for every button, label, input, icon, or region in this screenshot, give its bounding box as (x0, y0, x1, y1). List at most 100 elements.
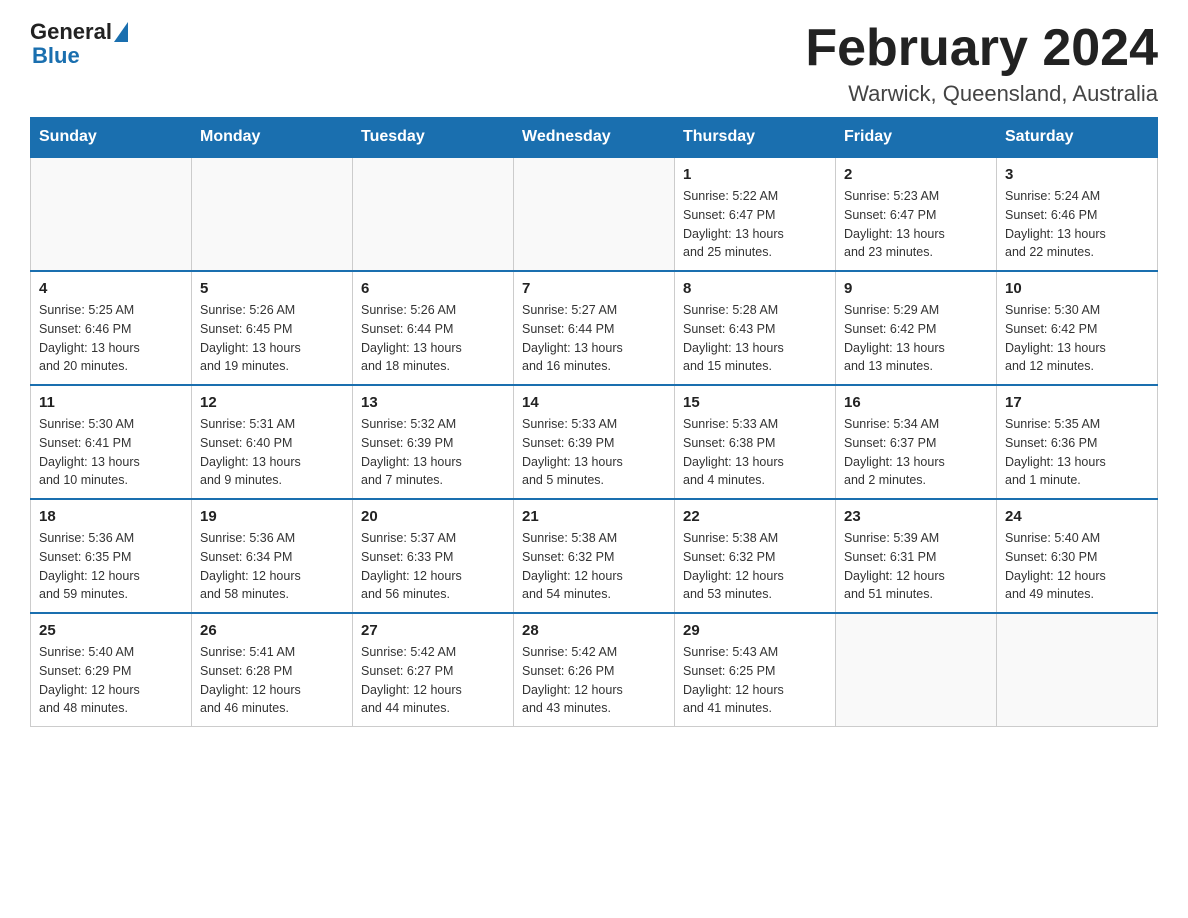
day-info: Sunrise: 5:26 AMSunset: 6:45 PMDaylight:… (200, 301, 344, 376)
calendar-week-row: 11 Sunrise: 5:30 AMSunset: 6:41 PMDayligh… (31, 385, 1158, 499)
calendar-title: February 2024 (805, 20, 1158, 77)
logo: General Blue (30, 20, 128, 68)
day-info: Sunrise: 5:32 AMSunset: 6:39 PMDaylight:… (361, 415, 505, 490)
logo-blue-text: Blue (32, 44, 80, 68)
day-info: Sunrise: 5:30 AMSunset: 6:41 PMDaylight:… (39, 415, 183, 490)
logo-block: General Blue (30, 20, 128, 68)
day-number: 27 (361, 622, 505, 639)
page-header: General Blue February 2024 Warwick, Quee… (30, 20, 1158, 107)
calendar-week-row: 25 Sunrise: 5:40 AMSunset: 6:29 PMDayligh… (31, 613, 1158, 727)
day-number: 4 (39, 280, 183, 297)
day-info: Sunrise: 5:42 AMSunset: 6:27 PMDaylight:… (361, 643, 505, 718)
day-number: 8 (683, 280, 827, 297)
header-sunday: Sunday (31, 118, 192, 158)
day-info: Sunrise: 5:42 AMSunset: 6:26 PMDaylight:… (522, 643, 666, 718)
header-thursday: Thursday (675, 118, 836, 158)
day-info: Sunrise: 5:40 AMSunset: 6:30 PMDaylight:… (1005, 529, 1149, 604)
day-number: 22 (683, 508, 827, 525)
day-number: 14 (522, 394, 666, 411)
table-row: 18 Sunrise: 5:36 AMSunset: 6:35 PMDayligh… (31, 499, 192, 613)
day-info: Sunrise: 5:31 AMSunset: 6:40 PMDaylight:… (200, 415, 344, 490)
day-number: 10 (1005, 280, 1149, 297)
table-row: 13 Sunrise: 5:32 AMSunset: 6:39 PMDayligh… (353, 385, 514, 499)
table-row: 19Sunrise: 5:36 AMSunset: 6:34 PMDayligh… (192, 499, 353, 613)
table-row: 21 Sunrise: 5:38 AMSunset: 6:32 PMDayligh… (514, 499, 675, 613)
day-info: Sunrise: 5:23 AMSunset: 6:47 PMDaylight:… (844, 187, 988, 262)
table-row: 14 Sunrise: 5:33 AMSunset: 6:39 PMDayligh… (514, 385, 675, 499)
table-row: 8Sunrise: 5:28 AMSunset: 6:43 PMDaylight… (675, 271, 836, 385)
day-number: 3 (1005, 166, 1149, 183)
day-number: 21 (522, 508, 666, 525)
header-saturday: Saturday (997, 118, 1158, 158)
day-number: 23 (844, 508, 988, 525)
day-number: 1 (683, 166, 827, 183)
table-row (353, 157, 514, 271)
table-row: 26Sunrise: 5:41 AMSunset: 6:28 PMDayligh… (192, 613, 353, 727)
table-row: 16 Sunrise: 5:34 AMSunset: 6:37 PMDayligh… (836, 385, 997, 499)
table-row: 7Sunrise: 5:27 AMSunset: 6:44 PMDaylight… (514, 271, 675, 385)
table-row: 4 Sunrise: 5:25 AMSunset: 6:46 PMDaylight… (31, 271, 192, 385)
day-info: Sunrise: 5:35 AMSunset: 6:36 PMDaylight:… (1005, 415, 1149, 490)
day-info: Sunrise: 5:33 AMSunset: 6:38 PMDaylight:… (683, 415, 827, 490)
table-row: 12 Sunrise: 5:31 AMSunset: 6:40 PMDayligh… (192, 385, 353, 499)
day-info: Sunrise: 5:25 AMSunset: 6:46 PMDaylight:… (39, 301, 183, 376)
table-row: 27 Sunrise: 5:42 AMSunset: 6:27 PMDayligh… (353, 613, 514, 727)
table-row: 2 Sunrise: 5:23 AMSunset: 6:47 PMDaylight… (836, 157, 997, 271)
header-wednesday: Wednesday (514, 118, 675, 158)
day-number: 17 (1005, 394, 1149, 411)
day-number: 26 (200, 622, 344, 639)
day-number: 16 (844, 394, 988, 411)
table-row (514, 157, 675, 271)
day-info: Sunrise: 5:38 AMSunset: 6:32 PMDaylight:… (522, 529, 666, 604)
table-row: 28 Sunrise: 5:42 AMSunset: 6:26 PMDayligh… (514, 613, 675, 727)
table-row (31, 157, 192, 271)
day-number: 6 (361, 280, 505, 297)
day-number: 19 (200, 508, 344, 525)
calendar-week-row: 1 Sunrise: 5:22 AMSunset: 6:47 PMDaylight… (31, 157, 1158, 271)
table-row: 10 Sunrise: 5:30 AMSunset: 6:42 PMDayligh… (997, 271, 1158, 385)
table-row: 1 Sunrise: 5:22 AMSunset: 6:47 PMDaylight… (675, 157, 836, 271)
table-row: 5Sunrise: 5:26 AMSunset: 6:45 PMDaylight… (192, 271, 353, 385)
day-number: 18 (39, 508, 183, 525)
calendar-week-row: 18 Sunrise: 5:36 AMSunset: 6:35 PMDayligh… (31, 499, 1158, 613)
day-number: 25 (39, 622, 183, 639)
calendar-header-row: Sunday Monday Tuesday Wednesday Thursday… (31, 118, 1158, 158)
table-row: 29 Sunrise: 5:43 AMSunset: 6:25 PMDayligh… (675, 613, 836, 727)
day-number: 11 (39, 394, 183, 411)
table-row: 6 Sunrise: 5:26 AMSunset: 6:44 PMDaylight… (353, 271, 514, 385)
day-number: 24 (1005, 508, 1149, 525)
calendar-week-row: 4 Sunrise: 5:25 AMSunset: 6:46 PMDaylight… (31, 271, 1158, 385)
day-number: 9 (844, 280, 988, 297)
table-row (192, 157, 353, 271)
logo-general-text: General (30, 20, 112, 44)
day-info: Sunrise: 5:34 AMSunset: 6:37 PMDaylight:… (844, 415, 988, 490)
day-info: Sunrise: 5:24 AMSunset: 6:46 PMDaylight:… (1005, 187, 1149, 262)
day-info: Sunrise: 5:33 AMSunset: 6:39 PMDaylight:… (522, 415, 666, 490)
header-monday: Monday (192, 118, 353, 158)
day-info: Sunrise: 5:26 AMSunset: 6:44 PMDaylight:… (361, 301, 505, 376)
table-row: 9Sunrise: 5:29 AMSunset: 6:42 PMDaylight… (836, 271, 997, 385)
logo-triangle-icon (114, 22, 128, 42)
day-number: 15 (683, 394, 827, 411)
header-friday: Friday (836, 118, 997, 158)
day-info: Sunrise: 5:38 AMSunset: 6:32 PMDaylight:… (683, 529, 827, 604)
day-number: 12 (200, 394, 344, 411)
day-info: Sunrise: 5:22 AMSunset: 6:47 PMDaylight:… (683, 187, 827, 262)
day-number: 2 (844, 166, 988, 183)
day-info: Sunrise: 5:43 AMSunset: 6:25 PMDaylight:… (683, 643, 827, 718)
table-row: 24 Sunrise: 5:40 AMSunset: 6:30 PMDayligh… (997, 499, 1158, 613)
day-number: 13 (361, 394, 505, 411)
table-row: 20Sunrise: 5:37 AMSunset: 6:33 PMDayligh… (353, 499, 514, 613)
table-row: 22 Sunrise: 5:38 AMSunset: 6:32 PMDayligh… (675, 499, 836, 613)
header-tuesday: Tuesday (353, 118, 514, 158)
day-number: 29 (683, 622, 827, 639)
calendar-subtitle: Warwick, Queensland, Australia (805, 81, 1158, 107)
day-number: 28 (522, 622, 666, 639)
day-info: Sunrise: 5:30 AMSunset: 6:42 PMDaylight:… (1005, 301, 1149, 376)
day-info: Sunrise: 5:36 AMSunset: 6:35 PMDaylight:… (39, 529, 183, 604)
table-row: 15 Sunrise: 5:33 AMSunset: 6:38 PMDayligh… (675, 385, 836, 499)
table-row: 11 Sunrise: 5:30 AMSunset: 6:41 PMDayligh… (31, 385, 192, 499)
day-info: Sunrise: 5:40 AMSunset: 6:29 PMDaylight:… (39, 643, 183, 718)
table-row: 23Sunrise: 5:39 AMSunset: 6:31 PMDayligh… (836, 499, 997, 613)
table-row: 3 Sunrise: 5:24 AMSunset: 6:46 PMDaylight… (997, 157, 1158, 271)
